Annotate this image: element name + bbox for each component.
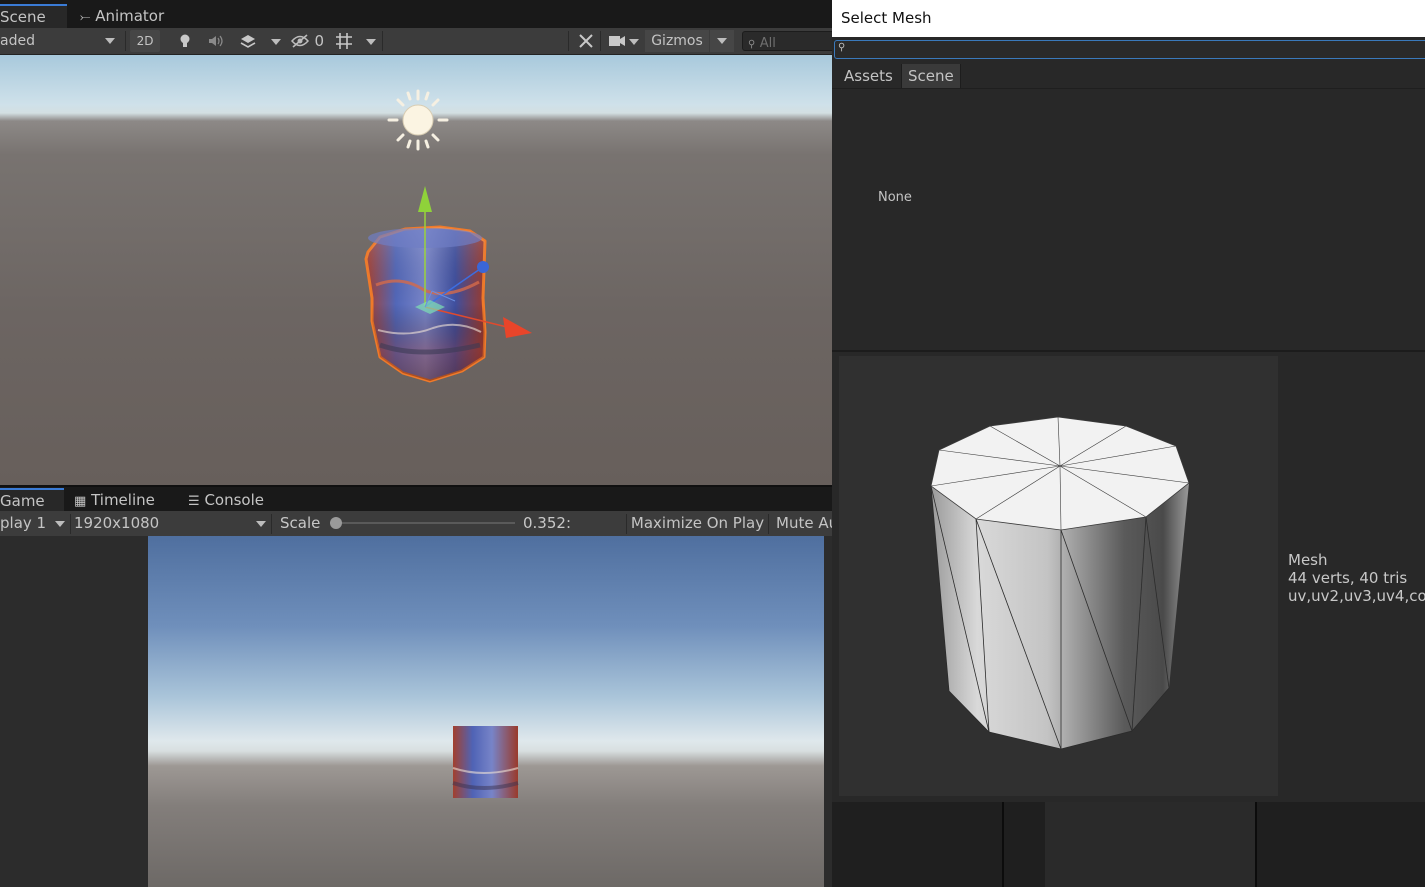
camera-dropdown-icon[interactable] (629, 39, 639, 45)
mesh-info-counts: 44 verts, 40 tris (1288, 569, 1408, 587)
speaker-icon (209, 35, 223, 47)
hidden-count: 0 (314, 32, 324, 50)
scale-value: 0.352: (523, 514, 571, 532)
audio-toggle[interactable] (205, 30, 227, 52)
tab-scene-objects-label: Scene (908, 67, 954, 85)
hidden-objects-toggle[interactable]: 0 (290, 30, 326, 52)
gizmos-dropdown[interactable] (710, 30, 734, 52)
film-icon: ▦ (74, 494, 87, 509)
toggle-2d-label: 2D (136, 34, 154, 48)
tab-scene[interactable]: Scene (0, 4, 67, 28)
scale-slider-thumb[interactable] (330, 517, 342, 529)
tab-animator-label: Animator (95, 7, 165, 25)
none-item[interactable]: None (878, 190, 912, 205)
dialog-tabs: Assets Scene (832, 63, 1425, 89)
display-dropdown[interactable]: play 1 (0, 512, 68, 534)
preview-divider[interactable] (832, 350, 1425, 352)
game-render (452, 726, 519, 798)
effects-toggle[interactable] (236, 30, 260, 52)
tools-button[interactable] (575, 30, 597, 52)
tab-assets[interactable]: Assets (838, 64, 899, 88)
scene-tab-bar: Scene ⤚ Animator (0, 0, 832, 28)
dialog-title-bar[interactable]: Select Mesh (832, 0, 1425, 37)
scene-render (364, 89, 532, 383)
mesh-info: Mesh 44 verts, 40 tris uv,uv2,uv3,uv4,co… (1288, 551, 1425, 605)
scene-search-placeholder: All (759, 36, 776, 51)
grid-icon (336, 33, 352, 49)
search-icon: ⚲ (748, 39, 756, 50)
layers-icon (240, 35, 256, 48)
tab-game-label: Game (0, 492, 45, 510)
chevron-down-icon (55, 521, 65, 527)
tab-scene-label: Scene (0, 8, 46, 26)
tab-game[interactable]: Game (0, 488, 64, 512)
console-icon: ☰ (188, 494, 200, 509)
background-panel (832, 802, 1425, 887)
tab-console-label: Console (204, 491, 264, 509)
mesh-preview[interactable] (839, 356, 1278, 796)
resolution-dropdown[interactable]: 1920x1080 (74, 512, 268, 534)
animator-icon: ⤚ (80, 10, 91, 25)
scene-toolbar: aded 2D 0 Gizmos ⚲ All (0, 28, 836, 55)
select-mesh-dialog: Select Mesh ⚲ Assets Scene None Mesh 44 … (832, 0, 1425, 887)
grid-dropdown-icon[interactable] (366, 39, 376, 45)
tab-scene-objects[interactable]: Scene (901, 64, 961, 88)
object-list (832, 89, 1425, 350)
scene-viewport[interactable] (0, 55, 832, 485)
mute-audio-label: Mute Au (776, 514, 839, 532)
directional-light-icon[interactable] (387, 89, 449, 151)
gizmos-label: Gizmos (651, 33, 703, 49)
tab-console[interactable]: ☰ Console (180, 488, 272, 512)
cylinder-mesh-preview (930, 416, 1190, 750)
dialog-title: Select Mesh (841, 9, 932, 27)
gizmos-button[interactable]: Gizmos (645, 30, 709, 52)
search-icon: ⚲ (838, 42, 846, 53)
maximize-on-play-label: Maximize On Play (630, 514, 765, 532)
scale-slider[interactable] (330, 517, 515, 529)
grid-toggle[interactable] (334, 30, 354, 52)
scene-search-input[interactable]: ⚲ All (742, 31, 836, 51)
camera-icon (609, 36, 625, 46)
tab-timeline[interactable]: ▦ Timeline (66, 488, 163, 512)
lightbulb-icon (180, 34, 190, 47)
chevron-down-icon (717, 38, 727, 44)
tab-animator[interactable]: ⤚ Animator (72, 4, 172, 28)
lighting-toggle[interactable] (175, 30, 195, 52)
mesh-search-input[interactable] (834, 40, 1425, 59)
maximize-on-play-toggle[interactable]: Maximize On Play (630, 512, 765, 534)
mesh-info-type: Mesh (1288, 551, 1328, 569)
dialog-search-row: ⚲ (832, 37, 1425, 63)
chevron-down-icon (256, 521, 266, 527)
cylinder-object-game (452, 726, 519, 798)
chevron-down-icon (105, 38, 115, 44)
tab-timeline-label: Timeline (91, 491, 155, 509)
shading-mode-dropdown[interactable]: aded (0, 30, 122, 52)
camera-button[interactable] (606, 30, 628, 52)
tab-assets-label: Assets (844, 67, 893, 85)
shading-mode-value: aded (0, 33, 35, 49)
game-tab-bar: Game ▦ Timeline ☰ Console (0, 485, 832, 512)
display-value: play 1 (0, 514, 47, 532)
game-viewport[interactable] (148, 536, 824, 887)
toggle-2d-button[interactable]: 2D (130, 30, 160, 52)
game-toolbar: play 1 1920x1080 Scale 0.352: Maximize O… (0, 511, 838, 536)
effects-dropdown-icon[interactable] (271, 39, 281, 45)
resolution-value: 1920x1080 (74, 514, 160, 532)
wrench-icon (579, 34, 593, 48)
mesh-info-channels: uv,uv2,uv3,uv4,col (1288, 587, 1425, 605)
scale-label: Scale (280, 514, 321, 532)
eye-slash-icon (290, 34, 310, 48)
